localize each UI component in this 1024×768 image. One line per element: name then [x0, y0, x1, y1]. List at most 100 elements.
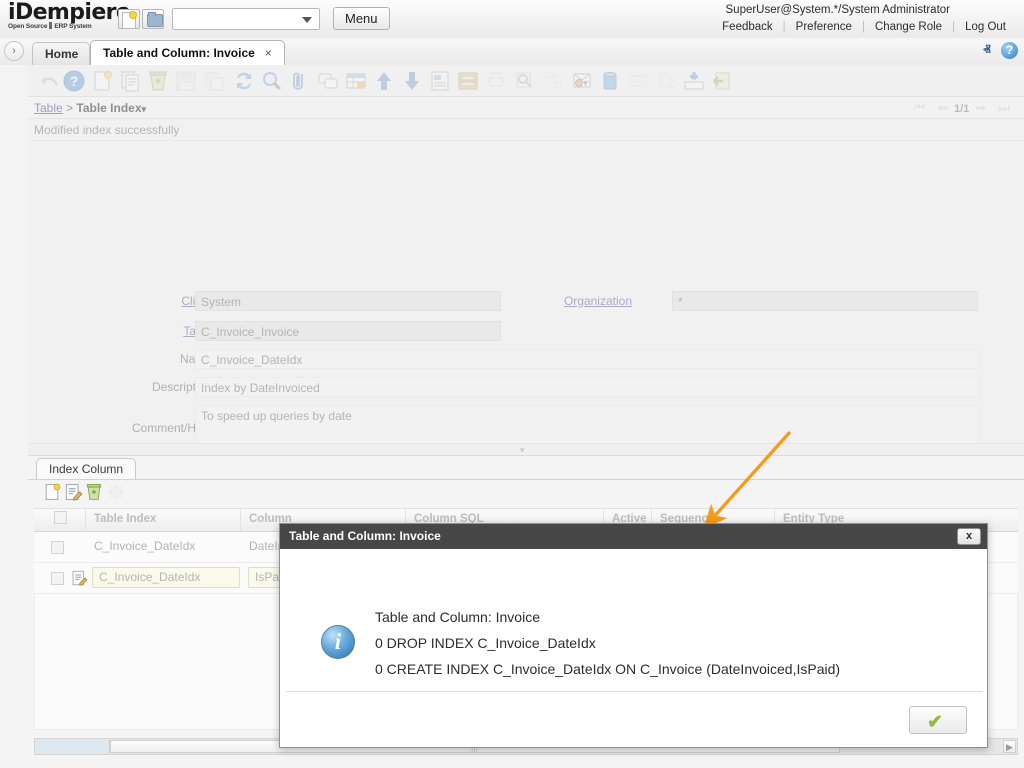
logo-sub-left: Open Source	[8, 23, 47, 30]
table-field[interactable]: C_Invoice_Invoice	[195, 321, 501, 341]
dialog-message-line-2: 0 DROP INDEX C_Invoice_DateIdx	[375, 630, 965, 656]
breadcrumb: Table > Table Index▾ ⏮⬅1/1➡⏭	[28, 97, 1024, 119]
zoom-across-icon[interactable]	[512, 69, 536, 93]
tab-home[interactable]: Home	[32, 42, 90, 65]
chevron-down-icon[interactable]: ▾	[142, 104, 147, 114]
select-all-checkbox[interactable]	[54, 511, 67, 524]
help-icon-toolbar[interactable]: ?	[62, 69, 86, 93]
dialog-message-line-3: 0 CREATE INDEX C_Invoice_DateIdx ON C_In…	[375, 656, 965, 682]
last-record-icon[interactable]: ⏭	[998, 97, 1010, 119]
save-copy-icon[interactable]	[202, 69, 226, 93]
cell-table-index-editor[interactable]: C_Invoice_DateIdx	[92, 567, 240, 588]
name-field[interactable]: C_Invoice_DateIdx	[195, 349, 980, 369]
detail-record-icon[interactable]	[400, 69, 424, 93]
info-icon: i	[321, 625, 355, 659]
first-record-icon[interactable]: ⏮	[913, 97, 925, 119]
save-icon[interactable]	[174, 69, 198, 93]
help-icon[interactable]: ?	[1001, 42, 1018, 59]
record-form: Client System Organization * Table C_Inv…	[28, 141, 1024, 451]
top-header-bar: iDempiere Open SourceERP System Menu Sup…	[0, 0, 1024, 39]
grid-toggle-icon[interactable]	[344, 69, 368, 93]
report-icon[interactable]	[428, 69, 452, 93]
application-window: iDempiere Open SourceERP System Menu Sup…	[0, 0, 1024, 768]
open-folder-button[interactable]	[142, 9, 164, 29]
next-record-icon[interactable]: ➡	[975, 97, 986, 119]
copy-icon[interactable]	[118, 69, 142, 93]
client-field[interactable]: System	[195, 291, 501, 311]
product-info-icon[interactable]	[598, 69, 622, 93]
undo-icon[interactable]	[38, 69, 62, 93]
tab-index-column[interactable]: Index Column	[36, 458, 136, 479]
logo-sub-right: ERP System	[54, 23, 91, 30]
app-logo: iDempiere Open SourceERP System	[8, 1, 128, 30]
dialog-separator	[286, 691, 983, 692]
description-field[interactable]: Index by DateInvoiced	[195, 377, 980, 397]
scroll-right-arrow-icon[interactable]: ▶	[1003, 740, 1016, 753]
dialog-message: Table and Column: Invoice 0 DROP INDEX C…	[375, 604, 965, 682]
new-record-button[interactable]	[118, 9, 140, 29]
record-toolbar: ?	[28, 65, 1024, 97]
attachment-icon[interactable]	[288, 69, 312, 93]
parent-record-icon[interactable]	[372, 69, 396, 93]
edit-row-icon[interactable]	[63, 482, 83, 502]
grid-select-all-header	[34, 509, 86, 531]
new-row-icon[interactable]	[42, 482, 62, 502]
row-edit-icon[interactable]	[70, 569, 88, 590]
previous-record-icon[interactable]: ⬅	[937, 97, 948, 119]
dialog-title: Table and Column: Invoice	[289, 529, 441, 543]
dialog-message-line-1: Table and Column: Invoice	[375, 604, 965, 630]
cell-table-index: C_Invoice_DateIdx	[86, 532, 241, 562]
search-icon[interactable]	[260, 69, 284, 93]
exit-icon[interactable]	[710, 69, 734, 93]
delete-row-icon[interactable]	[84, 482, 104, 502]
gear-icon[interactable]	[654, 69, 678, 93]
preference-link[interactable]: Preference	[786, 21, 862, 33]
organization-field[interactable]: *	[672, 291, 978, 311]
log-out-link[interactable]: Log Out	[955, 21, 1016, 33]
export-icon[interactable]	[682, 69, 706, 93]
chevron-up-icon[interactable]: ⱏ	[983, 42, 990, 59]
new-document-icon	[122, 12, 136, 29]
left-rail	[0, 65, 29, 768]
organization-label[interactable]: Organization	[558, 294, 632, 308]
grid-gear-icon[interactable]	[106, 482, 126, 502]
archive-icon[interactable]	[456, 69, 480, 93]
tab-label: Table and Column: Invoice	[103, 46, 255, 60]
feedback-link[interactable]: Feedback	[712, 21, 783, 33]
sidebar-collapse-toggle[interactable]: ›	[4, 41, 24, 61]
window-tab-strip: › Home Table and Column: Invoice × ⱏ ?	[0, 38, 1024, 66]
tab-table-and-column-invoice[interactable]: Table and Column: Invoice ×	[90, 40, 285, 65]
dialog-ok-button[interactable]: ✔	[909, 706, 967, 734]
status-message: Modified index successfully	[28, 120, 1024, 141]
message-dialog: Table and Column: Invoice x i Table and …	[279, 523, 988, 748]
user-info-label: SuperUser@System.*/System Administrator	[726, 4, 951, 16]
breadcrumb-current: Table Index	[76, 101, 141, 115]
workflow-icon[interactable]	[542, 69, 566, 93]
dialog-title-bar: Table and Column: Invoice x	[280, 524, 987, 549]
detail-tab-strip: Index Column	[28, 458, 1024, 480]
print-icon[interactable]	[484, 69, 508, 93]
grid-header-table-index[interactable]: Table Index	[86, 509, 241, 531]
dialog-body: i Table and Column: Invoice 0 DROP INDEX…	[280, 549, 987, 707]
delete-icon[interactable]	[146, 69, 170, 93]
global-search-combo[interactable]	[172, 8, 320, 30]
splitter-grip-icon: ▾	[520, 448, 525, 452]
close-icon[interactable]: ×	[265, 46, 272, 60]
header-links: Feedback|Preference|Change Role|Log Out	[712, 21, 1016, 33]
chat-icon[interactable]	[316, 69, 340, 93]
check-icon: ✔	[927, 711, 943, 734]
scrollbar-left-pad	[35, 739, 108, 754]
svg-text:?: ?	[70, 73, 79, 89]
menu-button[interactable]: Menu	[333, 7, 390, 30]
close-icon[interactable]: x	[957, 528, 981, 545]
unprocessed-documents-icon[interactable]	[626, 69, 650, 93]
change-role-link[interactable]: Change Role	[865, 21, 952, 33]
breadcrumb-separator: >	[66, 101, 73, 115]
row-checkbox[interactable]	[51, 572, 64, 585]
breadcrumb-parent-link[interactable]: Table	[34, 101, 63, 115]
refresh-icon[interactable]	[232, 69, 256, 93]
new-record-icon[interactable]	[90, 69, 114, 93]
row-checkbox[interactable]	[51, 541, 64, 554]
request-icon[interactable]	[570, 69, 594, 93]
tab-strip-actions: ⱏ ?	[983, 42, 1018, 59]
